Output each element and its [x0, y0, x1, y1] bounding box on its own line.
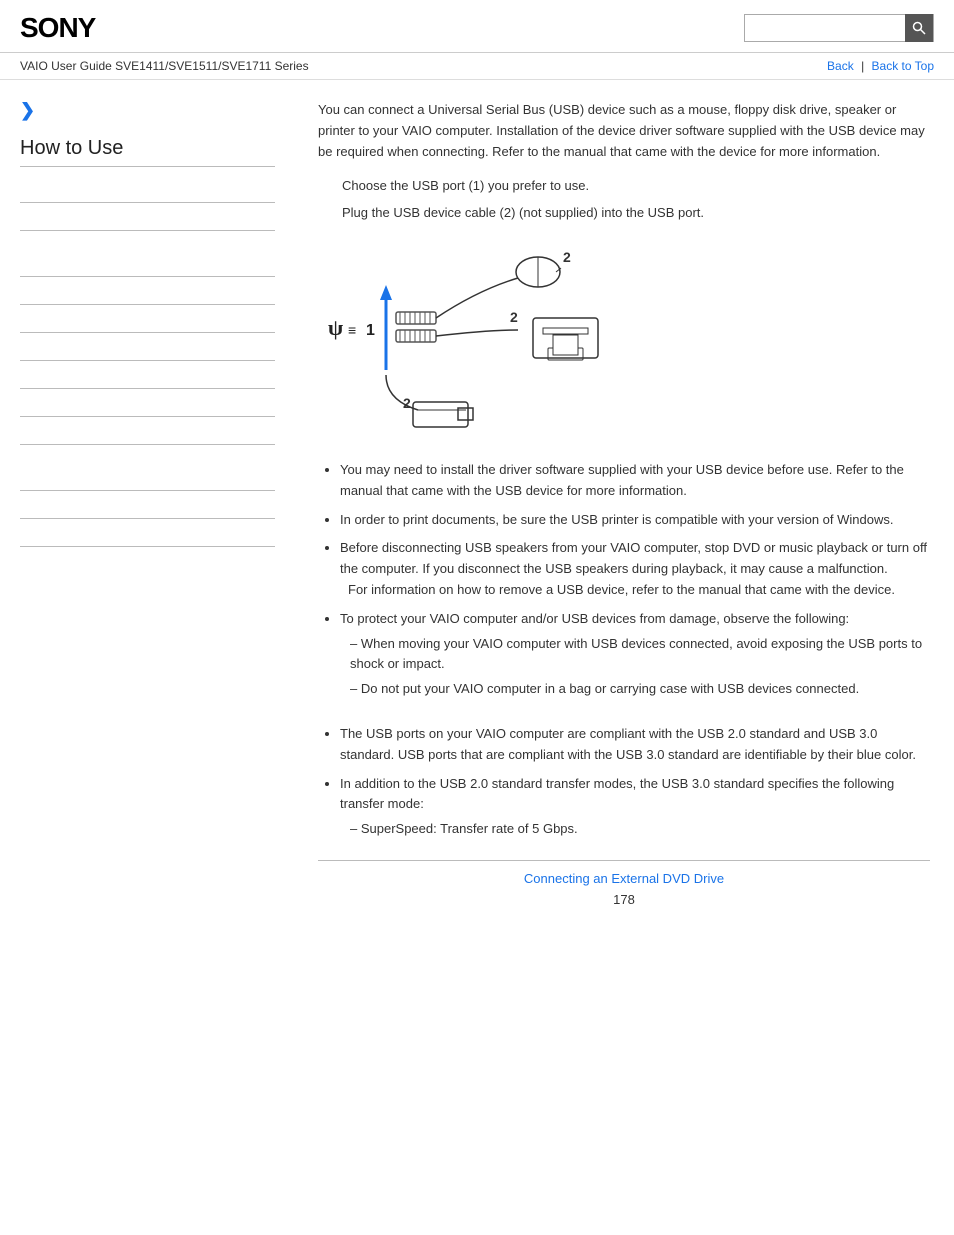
sidebar-link-7[interactable]	[20, 361, 275, 389]
sidebar-section-title: How to Use	[20, 137, 275, 167]
sidebar-link-11[interactable]	[20, 491, 275, 519]
sidebar-link-9[interactable]	[20, 417, 275, 445]
sidebar: ❯ How to Use	[0, 80, 290, 927]
connecting-dvd-link[interactable]: Connecting an External DVD Drive	[524, 871, 724, 886]
sidebar-link-1[interactable]	[20, 175, 275, 203]
sidebar-link-10[interactable]	[20, 463, 275, 491]
sub-dash-list-1: When moving your VAIO computer with USB …	[340, 634, 930, 700]
content-area: You can connect a Universal Serial Bus (…	[290, 80, 954, 927]
nav-separator: |	[861, 59, 867, 73]
sidebar-spacer-2	[20, 445, 275, 463]
sidebar-link-6[interactable]	[20, 333, 275, 361]
search-bar	[744, 14, 934, 42]
usb-diagram: ψ ≡ 1	[318, 240, 930, 440]
sidebar-link-3[interactable]	[20, 249, 275, 277]
svg-text:2: 2	[403, 395, 411, 411]
bullet-item-5: The USB ports on your VAIO computer are …	[340, 724, 930, 766]
bullet-item-3: Before disconnecting USB speakers from y…	[340, 538, 930, 600]
page-header: SONY	[0, 0, 954, 53]
nav-links: Back | Back to Top	[827, 59, 934, 73]
search-button[interactable]	[905, 14, 933, 42]
search-input[interactable]	[745, 15, 905, 41]
bottom-link: Connecting an External DVD Drive	[318, 871, 930, 886]
sub-dash-item-3: SuperSpeed: Transfer rate of 5 Gbps.	[350, 819, 930, 840]
sidebar-link-4[interactable]	[20, 277, 275, 305]
content-intro: You can connect a Universal Serial Bus (…	[318, 100, 930, 162]
sidebar-spacer-1	[20, 231, 275, 249]
back-link[interactable]: Back	[827, 59, 854, 73]
spacer	[318, 714, 930, 724]
sidebar-link-5[interactable]	[20, 305, 275, 333]
content-step1: Choose the USB port (1) you prefer to us…	[342, 176, 930, 197]
sidebar-link-12[interactable]	[20, 519, 275, 547]
sub-dash-item-1: When moving your VAIO computer with USB …	[350, 634, 930, 676]
sony-logo: SONY	[20, 12, 95, 44]
svg-text:1: 1	[366, 322, 375, 339]
bullet-item-6: In addition to the USB 2.0 standard tran…	[340, 774, 930, 840]
bullet-item-2: In order to print documents, be sure the…	[340, 510, 930, 531]
nav-bar: VAIO User Guide SVE1411/SVE1511/SVE1711 …	[0, 53, 954, 80]
content-step2: Plug the USB device cable (2) (not suppl…	[342, 203, 930, 224]
sidebar-link-8[interactable]	[20, 389, 275, 417]
bullet-list-2: The USB ports on your VAIO computer are …	[318, 724, 930, 840]
search-icon	[912, 21, 926, 35]
bullet-item-4: To protect your VAIO computer and/or USB…	[340, 609, 930, 700]
bullet-list-1: You may need to install the driver softw…	[318, 460, 930, 700]
sub-dash-item-2: Do not put your VAIO computer in a bag o…	[350, 679, 930, 700]
sidebar-chevron: ❯	[20, 100, 275, 121]
svg-text:2: 2	[510, 309, 518, 325]
nav-title: VAIO User Guide SVE1411/SVE1511/SVE1711 …	[20, 59, 309, 73]
svg-text:2: 2	[563, 249, 571, 265]
sub-dash-list-2: SuperSpeed: Transfer rate of 5 Gbps.	[340, 819, 930, 840]
svg-text:ψ: ψ	[328, 315, 343, 340]
bullet-item-1: You may need to install the driver softw…	[340, 460, 930, 502]
bullet-3-note: For information on how to remove a USB d…	[348, 580, 930, 601]
sidebar-link-2[interactable]	[20, 203, 275, 231]
page-number: 178	[318, 892, 930, 907]
usb-diagram-svg: ψ ≡ 1	[318, 240, 638, 440]
main-container: ❯ How to Use You can connect a Universal…	[0, 80, 954, 927]
back-to-top-link[interactable]: Back to Top	[872, 59, 934, 73]
svg-text:≡: ≡	[348, 322, 356, 338]
bottom-separator	[318, 860, 930, 861]
